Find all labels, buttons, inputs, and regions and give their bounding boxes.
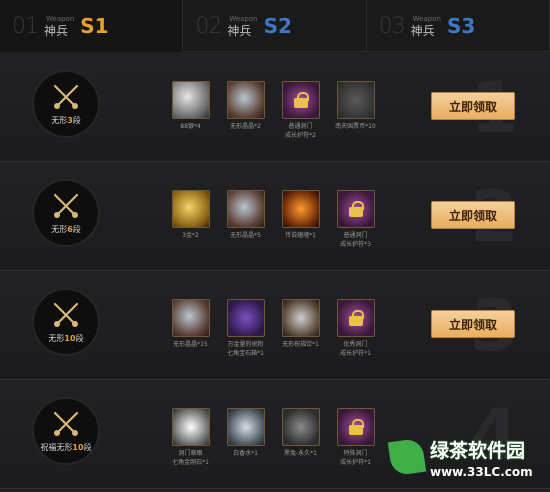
weapon-tabs: 01 Weapon 神兵 S1 02 Weapon 神兵 S2 03 Weapo… [0,0,550,52]
item-caption: 88银*4 [180,123,201,130]
bottle-icon [281,299,320,337]
item-caption: 普通洞门 成长护符*3 [340,232,371,248]
tab-sublabel: Weapon [229,14,258,23]
gold-icon [171,190,210,228]
claim-button[interactable]: 立即领取 [431,310,515,338]
reward-item[interactable]: 无形晶晶*2 [218,81,273,140]
tab-sublabel: Weapon [412,14,441,23]
item-caption: 无形晶晶*5 [230,232,261,239]
crystal-icon [171,299,210,337]
level-badge: 无形10段 [34,290,98,354]
crystal-icon [226,190,265,228]
item-caption: 特殊洞门 成长护符*1 [340,450,371,466]
watermark-title: 绿茶软件园 [430,440,526,462]
tab-sublabel: Weapon [46,14,75,23]
tab-text: Weapon 神兵 [44,14,75,38]
item-caption: 优秀洞门 成长护符*1 [340,341,371,357]
beast-icon [281,408,320,446]
lock-icon [281,81,320,119]
level-label: 无形3段 [51,116,81,125]
crossed-swords-icon [53,411,79,436]
tab-number: 03 [378,13,406,39]
level-label: 无形10段 [48,334,84,343]
item-caption: 3金*2 [182,232,199,239]
item-caption: 白香水*1 [233,450,258,457]
lock-icon [336,190,375,228]
crossed-swords-icon [53,84,79,109]
tab-label: 神兵 [44,23,69,38]
item-caption: 洞门章眼 七角金刚石*1 [172,450,209,466]
item-caption: 普通洞门 成长护符*2 [285,123,316,139]
reward-row: 3 无形10段 无形晶晶*15 万金量的祝粉 七角宝石箱*1 无形祝福饮*1 优… [0,271,550,380]
level-label: 祝福无形10段 [40,443,92,452]
item-caption: 传说蕴魂*1 [285,232,316,239]
reward-item[interactable]: 无形祝福饮*1 [273,299,328,358]
silver-icon [171,81,210,119]
reward-item[interactable]: 优秀洞门 成长护符*1 [328,299,383,358]
reward-items: 3金*2 无形晶晶*5 传说蕴魂*1 普通洞门 成长护符*3 [163,190,383,249]
level-badge: 无形6段 [34,181,98,245]
reward-item[interactable]: 3金*2 [163,190,218,249]
box-icon [226,299,265,337]
item-caption: 南天国票币*10 [335,123,376,130]
site-watermark: 绿茶软件园 www.33LC.com [387,432,550,492]
reward-item[interactable]: 88银*4 [163,81,218,140]
reward-items: 洞门章眼 七角金刚石*1 白香水*1 黑兔-永久*1 特殊洞门 成长护符*1 [163,408,383,467]
lock-icon [336,299,375,337]
reward-item[interactable]: 传说蕴魂*1 [273,190,328,249]
tab-code: S1 [80,14,109,38]
reward-item[interactable]: 无形晶晶*5 [218,190,273,249]
water-icon [226,408,265,446]
reward-row: 1 无形3段 88银*4 无形晶晶*2 普通洞门 成长护符*2 南天国票币*10… [0,53,550,162]
gem-white-icon [171,408,210,446]
item-caption: 无形祝福饮*1 [282,341,319,348]
reward-item[interactable]: 万金量的祝粉 七角宝石箱*1 [218,299,273,358]
tab-code: S2 [263,14,292,38]
crossed-swords-icon [53,302,79,327]
claim-button[interactable]: 立即领取 [431,201,515,229]
reward-item[interactable]: 黑兔-永久*1 [273,408,328,467]
item-caption: 无形晶晶*2 [230,123,261,130]
level-badge: 无形3段 [34,72,98,136]
item-caption: 万金量的祝粉 七角宝石箱*1 [227,341,264,357]
tab-s1[interactable]: 01 Weapon 神兵 S1 [0,0,184,52]
tab-number: 02 [195,13,222,39]
tab-number: 01 [12,13,39,39]
coin-icon [336,81,375,119]
reward-item[interactable]: 特殊洞门 成长护符*1 [328,408,383,467]
reward-item[interactable]: 普通洞门 成长护符*3 [328,190,383,249]
tab-code: S3 [446,14,476,38]
crossed-swords-icon [53,193,79,218]
crystal-icon [226,81,265,119]
reward-item[interactable]: 南天国票币*10 [328,81,383,140]
reward-item[interactable]: 白香水*1 [218,408,273,467]
tab-label: 神兵 [410,23,435,38]
claim-button[interactable]: 立即领取 [431,92,515,120]
reward-item[interactable]: 无形晶晶*15 [163,299,218,358]
reward-item[interactable]: 普通洞门 成长护符*2 [273,81,328,140]
reward-rows: 1 无形3段 88银*4 无形晶晶*2 普通洞门 成长护符*2 南天国票币*10… [0,53,550,489]
tab-label: 神兵 [227,23,252,38]
tab-text: Weapon 神兵 [227,14,258,38]
tab-text: Weapon 神兵 [410,14,441,38]
item-caption: 黑兔-永久*1 [284,450,317,457]
tab-s3[interactable]: 03 Weapon 神兵 S3 [367,0,550,52]
reward-row: 2 无形6段 3金*2 无形晶晶*5 传说蕴魂*1 普通洞门 成长护符*3 立即… [0,162,550,271]
reward-items: 无形晶晶*15 万金量的祝粉 七角宝石箱*1 无形祝福饮*1 优秀洞门 成长护符… [163,299,383,358]
level-badge: 祝福无形10段 [34,399,98,463]
watermark-url: www.33LC.com [430,465,533,479]
level-label: 无形6段 [51,225,81,234]
reward-item[interactable]: 洞门章眼 七角金刚石*1 [163,408,218,467]
reward-items: 88银*4 无形晶晶*2 普通洞门 成长护符*2 南天国票币*10 [163,81,383,140]
item-caption: 无形晶晶*15 [173,341,208,348]
tab-s2[interactable]: 02 Weapon 神兵 S2 [183,0,367,52]
fire-icon [281,190,320,228]
lock-icon [336,408,375,446]
leaf-logo-icon [387,437,427,477]
